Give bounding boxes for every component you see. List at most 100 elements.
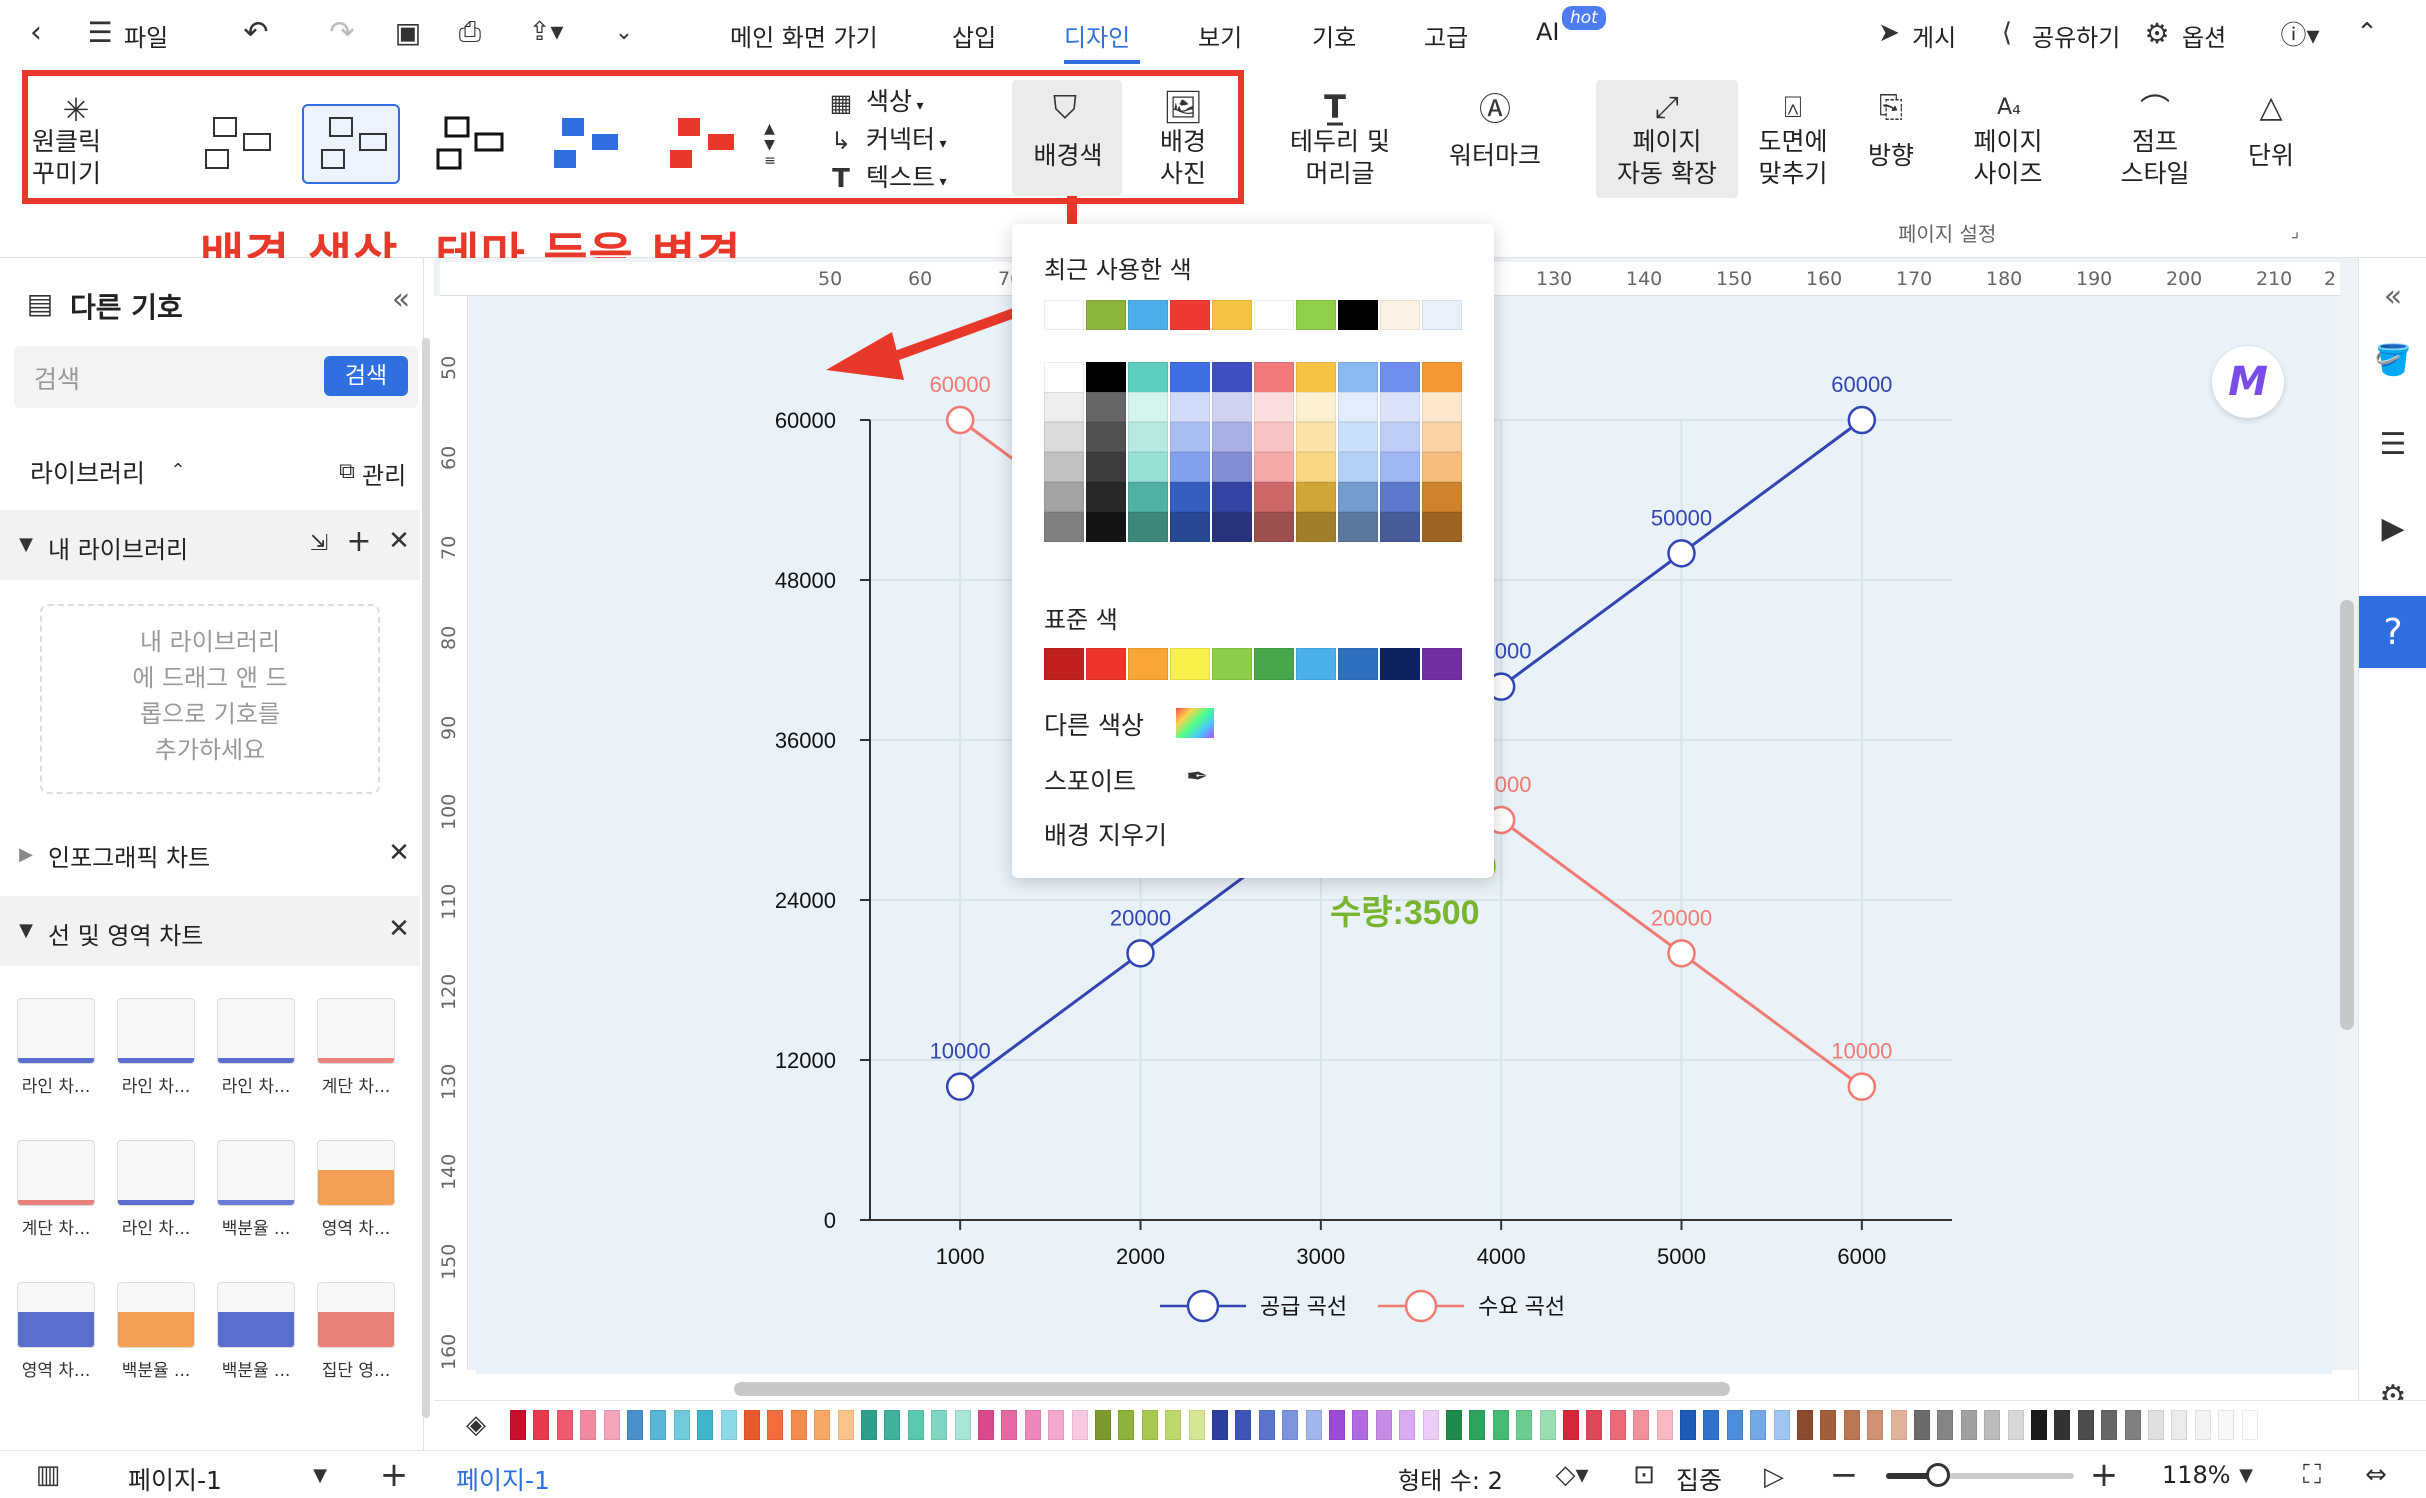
standard-color-swatch[interactable]	[1086, 648, 1126, 680]
palette-swatch[interactable]	[1235, 1410, 1252, 1440]
palette-swatch[interactable]	[1282, 1410, 1299, 1440]
zoom-level[interactable]: 118%	[2162, 1461, 2231, 1489]
theme-color-swatch[interactable]	[1296, 422, 1336, 452]
palette-swatch[interactable]	[907, 1410, 924, 1440]
active-page-tab[interactable]: 페이지-1	[456, 1461, 550, 1497]
theme-color-swatch[interactable]	[1338, 422, 1378, 452]
expand-panel-icon[interactable]: «	[2375, 278, 2411, 314]
theme-color-swatch[interactable]	[1422, 362, 1462, 394]
standard-color-swatch[interactable]	[1296, 648, 1336, 680]
presentation-icon[interactable]: ▶	[2373, 508, 2413, 548]
standard-color-swatch[interactable]	[1338, 648, 1378, 680]
page-selector[interactable]: 페이지-1	[128, 1461, 222, 1497]
palette-swatch[interactable]	[1399, 1410, 1416, 1440]
palette-swatch[interactable]	[1539, 1410, 1556, 1440]
palette-swatch[interactable]	[650, 1410, 667, 1440]
theme-color-swatch[interactable]	[1170, 482, 1210, 512]
theme-color-swatch[interactable]	[1212, 362, 1252, 394]
palette-swatch[interactable]	[1563, 1410, 1579, 1440]
palette-swatch[interactable]	[767, 1410, 784, 1440]
theme-color-swatch[interactable]	[1380, 452, 1420, 482]
palette-swatch[interactable]	[1422, 1410, 1439, 1440]
theme-color-swatch[interactable]	[1254, 392, 1294, 422]
palette-swatch[interactable]	[1703, 1410, 1720, 1440]
standard-color-swatch[interactable]	[1170, 648, 1210, 680]
palette-swatch[interactable]	[1095, 1410, 1111, 1440]
eyedropper-button[interactable]: 스포이트	[1044, 762, 1136, 798]
theme-color-swatch[interactable]	[1338, 392, 1378, 422]
zoom-slider-thumb[interactable]	[1926, 1463, 1950, 1487]
theme-color-swatch[interactable]	[1170, 452, 1210, 482]
standard-color-swatch[interactable]	[1422, 648, 1462, 680]
theme-color-swatch[interactable]	[1380, 512, 1420, 542]
add-page-icon[interactable]: +	[376, 1455, 412, 1495]
zoom-in-icon[interactable]: +	[2086, 1455, 2122, 1495]
palette-swatch[interactable]	[2241, 1410, 2258, 1440]
play-icon[interactable]: ▷	[1756, 1459, 1792, 1495]
theme-color-swatch[interactable]	[1296, 512, 1336, 542]
theme-color-swatch[interactable]	[1422, 392, 1462, 422]
theme-color-swatch[interactable]	[1128, 512, 1168, 542]
palette-swatch[interactable]	[1469, 1410, 1486, 1440]
palette-swatch[interactable]	[2171, 1410, 2188, 1440]
theme-color-swatch[interactable]	[1254, 362, 1294, 394]
recent-color-swatch[interactable]	[1380, 300, 1420, 330]
palette-swatch[interactable]	[814, 1410, 831, 1440]
palette-swatch[interactable]	[2101, 1410, 2118, 1440]
palette-swatch[interactable]	[1165, 1410, 1182, 1440]
palette-swatch[interactable]	[1820, 1410, 1837, 1440]
eyedropper-icon[interactable]: ✒	[1180, 760, 1214, 794]
palette-swatch[interactable]	[1375, 1410, 1392, 1440]
theme-color-swatch[interactable]	[1086, 512, 1126, 542]
document-icon[interactable]: ☰	[2373, 424, 2413, 464]
theme-color-swatch[interactable]	[1212, 392, 1252, 422]
palette-swatch[interactable]	[1843, 1410, 1860, 1440]
theme-color-swatch[interactable]	[1128, 452, 1168, 482]
palette-swatch[interactable]	[1258, 1410, 1275, 1440]
palette-swatch[interactable]	[744, 1410, 760, 1440]
palette-swatch[interactable]	[2031, 1410, 2047, 1440]
theme-color-swatch[interactable]	[1422, 482, 1462, 512]
theme-color-swatch[interactable]	[1086, 482, 1126, 512]
theme-color-swatch[interactable]	[1170, 512, 1210, 542]
chevron-down-icon[interactable]: ▼	[308, 1461, 332, 1489]
theme-color-swatch[interactable]	[1044, 422, 1084, 452]
fit-screen-icon[interactable]: ⛶	[2294, 1459, 2330, 1491]
theme-color-swatch[interactable]	[1044, 452, 1084, 482]
palette-swatch[interactable]	[673, 1410, 690, 1440]
theme-color-swatch[interactable]	[1254, 452, 1294, 482]
palette-swatch[interactable]	[2054, 1410, 2071, 1440]
palette-swatch[interactable]	[533, 1410, 550, 1440]
theme-color-swatch[interactable]	[1044, 482, 1084, 512]
palette-swatch[interactable]	[1656, 1410, 1673, 1440]
palette-swatch[interactable]	[1001, 1410, 1018, 1440]
theme-color-swatch[interactable]	[1338, 482, 1378, 512]
palette-swatch[interactable]	[580, 1410, 597, 1440]
palette-swatch[interactable]	[1609, 1410, 1626, 1440]
standard-color-swatch[interactable]	[1128, 648, 1168, 680]
standard-color-swatch[interactable]	[1044, 648, 1084, 680]
theme-color-swatch[interactable]	[1422, 452, 1462, 482]
palette-swatch[interactable]	[1984, 1410, 2001, 1440]
palette-swatch[interactable]	[978, 1410, 994, 1440]
zoom-dropdown-icon[interactable]: ▼	[2234, 1461, 2258, 1489]
theme-color-swatch[interactable]	[1212, 482, 1252, 512]
theme-color-swatch[interactable]	[1212, 452, 1252, 482]
theme-color-swatch[interactable]	[1212, 422, 1252, 452]
help-button[interactable]: ?	[2359, 596, 2426, 668]
theme-color-swatch[interactable]	[1254, 512, 1294, 542]
palette-swatch[interactable]	[1492, 1410, 1509, 1440]
recent-color-swatch[interactable]	[1170, 300, 1210, 330]
palette-swatch[interactable]	[2194, 1410, 2211, 1440]
zoom-out-icon[interactable]: −	[1826, 1455, 1862, 1495]
palette-swatch[interactable]	[697, 1410, 714, 1440]
theme-color-swatch[interactable]	[1128, 422, 1168, 452]
palette-swatch[interactable]	[556, 1410, 573, 1440]
palette-swatch[interactable]	[1188, 1410, 1205, 1440]
palette-swatch[interactable]	[2124, 1410, 2141, 1440]
standard-color-swatch[interactable]	[1254, 648, 1294, 680]
layers-icon[interactable]: ◇▾	[1544, 1457, 1600, 1493]
theme-color-swatch[interactable]	[1380, 362, 1420, 394]
palette-swatch[interactable]	[790, 1410, 807, 1440]
theme-color-swatch[interactable]	[1044, 392, 1084, 422]
